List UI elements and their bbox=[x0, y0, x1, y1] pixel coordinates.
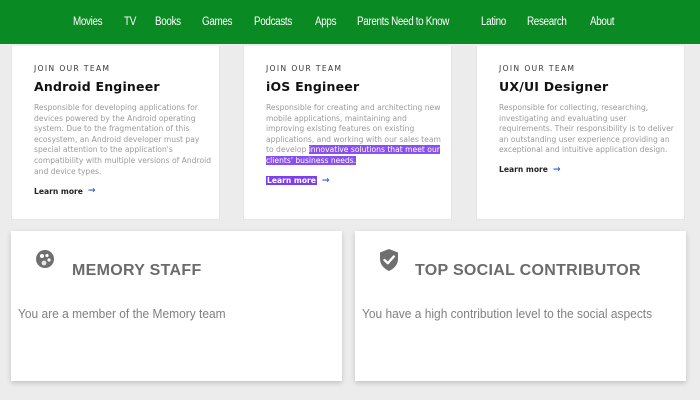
job-title: UX/UI Designer bbox=[499, 79, 609, 94]
top-nav: Movies TV Books Games Podcasts Apps Pare… bbox=[0, 0, 700, 44]
arrow-right-icon: → bbox=[552, 164, 561, 175]
nav-link-games[interactable]: Games bbox=[202, 16, 233, 28]
arrow-right-icon: → bbox=[321, 175, 330, 186]
learn-more-link[interactable]: Learn more → bbox=[266, 176, 329, 186]
nav-link-movies[interactable]: Movies bbox=[73, 16, 103, 28]
nav-link-tv[interactable]: TV bbox=[124, 16, 136, 28]
job-description: Responsible for collecting, researching,… bbox=[499, 103, 674, 155]
achievement-description: You are a member of the Memory team bbox=[18, 306, 226, 321]
job-title: Android Engineer bbox=[34, 79, 160, 94]
nav-link-parents[interactable]: Parents Need to Know bbox=[357, 16, 449, 28]
job-card-ios: JOIN OUR TEAM iOS Engineer Responsible f… bbox=[243, 46, 452, 220]
nav-link-apps[interactable]: Apps bbox=[315, 16, 337, 28]
learn-more-link[interactable]: Learn more → bbox=[499, 165, 560, 175]
nav-link-latino[interactable]: Latino bbox=[481, 16, 506, 28]
job-eyebrow: JOIN OUR TEAM bbox=[266, 64, 343, 73]
achievement-description: You have a high contribution level to th… bbox=[362, 306, 653, 321]
job-card-android: JOIN OUR TEAM Android Engineer Responsib… bbox=[11, 46, 220, 220]
nav-link-podcasts[interactable]: Podcasts bbox=[254, 16, 292, 28]
palette-icon bbox=[34, 248, 56, 270]
learn-more-label: Learn more bbox=[266, 176, 317, 186]
job-description: Responsible for developing applications … bbox=[34, 103, 212, 176]
learn-more-label: Learn more bbox=[499, 165, 548, 175]
achievement-title: TOP SOCIAL CONTRIBUTOR bbox=[415, 262, 641, 279]
job-eyebrow: JOIN OUR TEAM bbox=[499, 64, 576, 73]
learn-more-label: Learn more bbox=[34, 186, 83, 196]
job-card-ux-ui: JOIN OUR TEAM UX/UI Designer Responsible… bbox=[476, 46, 685, 220]
nav-link-about[interactable]: About bbox=[590, 16, 614, 28]
shield-check-icon bbox=[378, 248, 400, 271]
nav-link-research[interactable]: Research bbox=[527, 16, 567, 28]
achievement-title: MEMORY STAFF bbox=[72, 262, 202, 279]
learn-more-link[interactable]: Learn more → bbox=[34, 186, 95, 196]
job-description: Responsible for creating and architectin… bbox=[266, 103, 441, 165]
job-title: iOS Engineer bbox=[266, 79, 360, 94]
job-eyebrow: JOIN OUR TEAM bbox=[34, 64, 111, 73]
arrow-right-icon: → bbox=[87, 186, 96, 197]
nav-link-books[interactable]: Books bbox=[155, 16, 181, 28]
